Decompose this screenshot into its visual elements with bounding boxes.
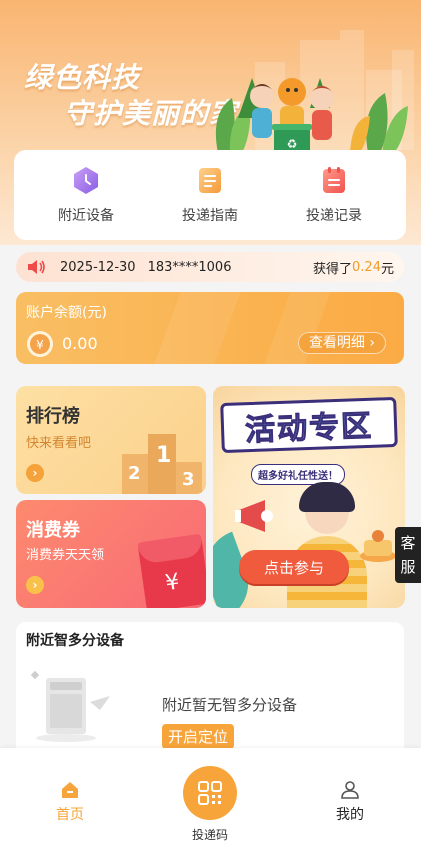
enable-location-button[interactable]: 开启定位	[162, 724, 235, 749]
nearby-devices-section: 附近智多分设备 附近暂无智多分设备 开启定位	[16, 622, 404, 762]
delivery-records-button[interactable]: 投递记录	[284, 165, 384, 225]
bottom-tab-bar: 首页 投递码 我的	[0, 748, 421, 842]
voucher-card[interactable]: 消费券 消费券天天领 › ¥	[16, 500, 206, 608]
envelope-symbol: ¥	[163, 569, 182, 597]
notice-date: 2025-12-30	[60, 259, 136, 275]
ranking-title: 排行榜	[26, 406, 80, 427]
svg-text:¥: ¥	[36, 338, 44, 352]
home-icon	[62, 782, 78, 798]
join-activity-label: 点击参与	[263, 558, 324, 577]
qr-code-icon	[198, 781, 222, 805]
activity-title: 活动专区	[244, 408, 374, 449]
customer-service-line2: 服	[400, 558, 416, 576]
activity-title-banner: 活动专区	[220, 396, 398, 454]
reward-notice-bar: 2025-12-30 183****1006 获得了 0.24 元	[16, 252, 404, 282]
notice-phone: 183****1006	[147, 259, 232, 275]
svg-text:♻: ♻	[287, 137, 298, 151]
voucher-title: 消费券	[26, 520, 80, 541]
tab-delivery-code[interactable]: 投递码	[180, 766, 240, 842]
enable-location-label: 开启定位	[168, 728, 229, 746]
podium-first: 1	[156, 443, 172, 468]
account-balance-value: 0.00	[62, 334, 98, 353]
tab-home-label: 首页	[56, 807, 84, 823]
delivery-guide-button[interactable]: 投递指南	[160, 165, 260, 225]
tab-delivery-code-label: 投递码	[191, 828, 228, 842]
customer-service-button[interactable]: 客 服	[395, 527, 421, 583]
qr-button	[183, 766, 237, 820]
hexagon-clock-icon	[74, 167, 98, 194]
activity-zone-card[interactable]: 活动专区 超多好礼任性送！ 点击参与	[213, 386, 405, 608]
nearby-devices-label: 附近设备	[58, 208, 114, 224]
record-list-icon	[323, 167, 345, 193]
view-details-label: 查看明细	[308, 335, 365, 351]
ranking-subtitle: 快来看看吧	[26, 436, 92, 451]
notice-amount: 0.24	[352, 259, 381, 275]
voucher-subtitle: 消费券天天领	[26, 548, 105, 563]
speaker-icon	[28, 260, 45, 274]
view-details-button[interactable]: 查看明细 ›	[297, 332, 386, 354]
delivery-guide-label: 投递指南	[182, 208, 238, 224]
ranking-card[interactable]: 排行榜 快来看看吧 › 2 1 3	[16, 386, 206, 494]
empty-device-illustration	[30, 670, 110, 742]
notice-unit: 元	[380, 261, 394, 277]
podium-second: 2	[128, 463, 141, 484]
megaphone-icon	[235, 500, 273, 532]
cake-icon	[360, 530, 396, 562]
customer-service-line1: 客	[400, 534, 416, 552]
tab-home[interactable]: 首页	[50, 780, 90, 824]
join-activity-button[interactable]: 点击参与	[239, 550, 349, 584]
delivery-records-label: 投递记录	[306, 208, 362, 224]
nearby-title: 附近智多分设备	[26, 633, 124, 649]
account-balance-card[interactable]: 账户余额(元) ¥ 0.00 查看明细 ›	[16, 292, 404, 364]
guide-document-icon	[199, 168, 221, 193]
nearby-devices-button[interactable]: 附近设备	[36, 165, 136, 225]
account-title: 账户余额(元)	[26, 305, 107, 321]
user-icon	[341, 781, 359, 799]
eco-mascots-illustration: ♻	[215, 78, 408, 156]
voucher-arrow-icon: ›	[26, 576, 44, 594]
yuan-coin-icon: ¥	[27, 331, 53, 357]
podium-third: 3	[182, 469, 195, 490]
quick-actions-card: 附近设备 投递指南 投递记录	[14, 150, 406, 240]
nearby-empty-text: 附近暂无智多分设备	[162, 696, 298, 714]
red-envelope-icon: ¥	[137, 533, 206, 608]
banner-line1: 绿色科技	[24, 61, 141, 94]
tab-mine-label: 我的	[336, 807, 364, 823]
tab-mine[interactable]: 我的	[330, 780, 370, 824]
ranking-arrow-icon: ›	[26, 464, 44, 482]
notice-prefix: 获得了	[313, 261, 353, 277]
podium: 2 1 3	[122, 420, 206, 494]
